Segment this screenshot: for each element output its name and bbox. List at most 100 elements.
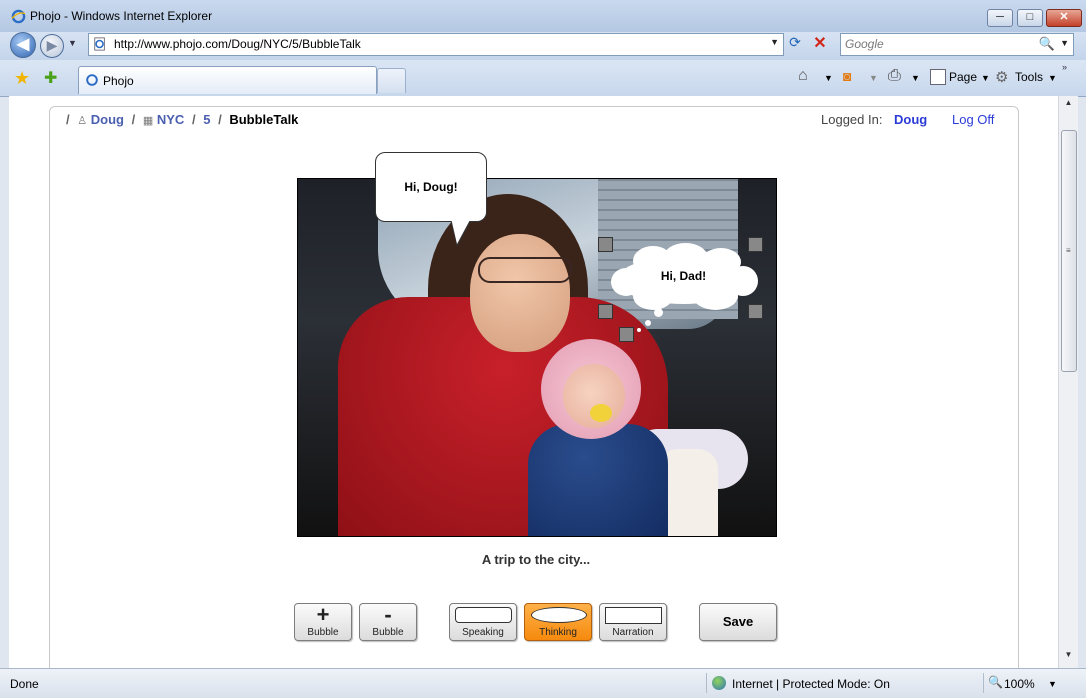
narration-box-icon [605, 607, 662, 624]
forward-button[interactable]: ▶ [40, 34, 64, 58]
breadcrumb-album-link[interactable]: NYC [157, 112, 184, 127]
favorites-star-icon[interactable]: ★ [14, 68, 30, 89]
resize-handle-bottom-left[interactable] [598, 304, 613, 319]
status-divider [983, 673, 984, 693]
save-button[interactable]: Save [699, 603, 777, 641]
more-commands-icon[interactable]: » [1062, 62, 1067, 72]
narration-label: Narration [612, 627, 654, 638]
thought-trail-dot [637, 328, 641, 332]
vertical-scrollbar[interactable]: ▲ ≡ ▼ [1058, 96, 1078, 668]
zoom-dropdown-icon[interactable]: ▼ [1048, 679, 1057, 689]
scrollbar-thumb[interactable]: ≡ [1061, 130, 1077, 372]
page-menu[interactable]: Page [949, 70, 977, 84]
album-icon: ▦ [142, 115, 154, 127]
home-dropdown-icon[interactable]: ▼ [824, 73, 833, 83]
photo-pacifier [590, 404, 612, 422]
breadcrumb-separator: / [131, 112, 136, 127]
print-icon[interactable]: ⎙ [888, 67, 901, 85]
photo-caption: A trip to the city... [481, 552, 591, 567]
globe-icon [712, 676, 726, 690]
thought-cloud-puff [633, 282, 673, 310]
scroll-down-icon[interactable]: ▼ [1059, 650, 1078, 666]
page-dropdown-icon[interactable]: ▼ [981, 73, 990, 83]
thought-bubble-icon [531, 607, 587, 623]
resize-handle-top-left[interactable] [598, 237, 613, 252]
address-dropdown-icon[interactable]: ▼ [770, 37, 779, 47]
close-window-button[interactable]: ✕ [1046, 9, 1082, 27]
search-placeholder: Google [845, 37, 884, 51]
search-icon[interactable]: 🔍 [1039, 36, 1055, 52]
maximize-button[interactable]: □ [1017, 9, 1043, 27]
remove-bubble-label: Bubble [372, 627, 404, 638]
speech-bubble-tail [451, 218, 471, 244]
feeds-dropdown-icon[interactable]: ▼ [869, 73, 878, 83]
window-title: Phojo - Windows Internet Explorer [30, 9, 213, 23]
thought-trail-dot [654, 308, 663, 317]
photo-woman-face [470, 234, 570, 352]
thinking-style-button[interactable]: Thinking [524, 603, 592, 641]
add-bubble-label: Bubble [307, 627, 339, 638]
remove-bubble-button[interactable]: - Bubble [359, 602, 417, 641]
breadcrumb-photo-link[interactable]: 5 [203, 112, 210, 127]
print-dropdown-icon[interactable]: ▼ [911, 73, 920, 83]
page-menu-icon[interactable] [930, 69, 946, 85]
feeds-icon[interactable]: ◙ [843, 68, 851, 84]
breadcrumb-user-link[interactable]: Doug [91, 112, 124, 127]
address-url[interactable]: http://www.phojo.com/Doug/NYC/5/BubbleTa… [114, 37, 361, 51]
thought-bubble-text[interactable]: Hi, Dad! [613, 269, 754, 283]
add-favorites-icon[interactable]: ✚ [44, 68, 57, 88]
zoom-level[interactable]: 100% [1004, 677, 1035, 691]
logged-in-user-link[interactable]: Doug [894, 112, 927, 127]
thinking-label: Thinking [539, 627, 577, 638]
breadcrumb-separator: / [191, 112, 196, 127]
status-divider [706, 673, 707, 693]
thought-bubble[interactable]: Hi, Dad! [611, 243, 758, 310]
breadcrumb-separator: / [66, 112, 70, 127]
search-dropdown-icon[interactable]: ▼ [1060, 38, 1069, 48]
ie-page-icon [86, 74, 98, 86]
log-off-link[interactable]: Log Off [952, 112, 994, 127]
thought-cloud-puff [693, 282, 738, 310]
refresh-button[interactable]: ⟳ [785, 34, 805, 54]
resize-handle-top-right[interactable] [748, 237, 763, 252]
tools-menu[interactable]: Tools [1015, 70, 1043, 84]
tail-drag-handle[interactable] [619, 327, 634, 342]
ie-logo-icon [11, 9, 26, 24]
minimize-button[interactable]: ─ [987, 9, 1013, 27]
back-button[interactable]: ◀ [10, 32, 36, 58]
photo-glasses [478, 257, 572, 283]
minus-icon: - [384, 602, 392, 627]
stop-button[interactable]: ✕ [810, 34, 830, 54]
zoom-icon[interactable]: 🔍 [988, 675, 1003, 689]
user-icon: ♙ [77, 115, 88, 127]
gear-icon[interactable]: ⚙ [995, 68, 1008, 86]
status-text: Done [10, 677, 39, 691]
speech-bubble-text[interactable]: Hi, Doug! [376, 180, 486, 194]
security-zone[interactable]: Internet | Protected Mode: On [732, 677, 890, 691]
home-icon[interactable]: ⌂ [798, 67, 808, 85]
photo-baby-jacket [528, 424, 668, 536]
tab-title: Phojo [103, 74, 134, 88]
resize-handle-bottom-right[interactable] [748, 304, 763, 319]
speaking-style-button[interactable]: Speaking [449, 603, 517, 641]
logged-in-label: Logged In: [821, 112, 883, 127]
add-bubble-button[interactable]: + Bubble [294, 602, 352, 641]
new-tab-button[interactable] [377, 68, 406, 93]
narration-style-button[interactable]: Narration [599, 603, 667, 641]
search-input[interactable]: Google 🔍 ▼ [840, 33, 1074, 56]
breadcrumb: / ♙ Doug / ▦ NYC / 5 / BubbleTalk [62, 112, 298, 127]
speech-bubble[interactable]: Hi, Doug! [375, 152, 487, 222]
scroll-up-icon[interactable]: ▲ [1059, 98, 1078, 114]
speaking-label: Speaking [462, 627, 504, 638]
status-bar: Done Internet | Protected Mode: On 🔍 100… [0, 668, 1086, 698]
tools-dropdown-icon[interactable]: ▼ [1048, 73, 1057, 83]
recent-pages-dropdown-icon[interactable]: ▼ [68, 38, 77, 48]
photo[interactable] [297, 178, 777, 537]
grip-icon: ≡ [1066, 246, 1071, 255]
page-icon [94, 37, 105, 51]
tab-phojo[interactable]: Phojo [78, 66, 377, 94]
thought-trail-dot [645, 320, 651, 326]
plus-icon: + [316, 602, 330, 627]
breadcrumb-separator: / [218, 112, 222, 127]
address-bar[interactable]: http://www.phojo.com/Doug/NYC/5/BubbleTa… [88, 33, 784, 56]
